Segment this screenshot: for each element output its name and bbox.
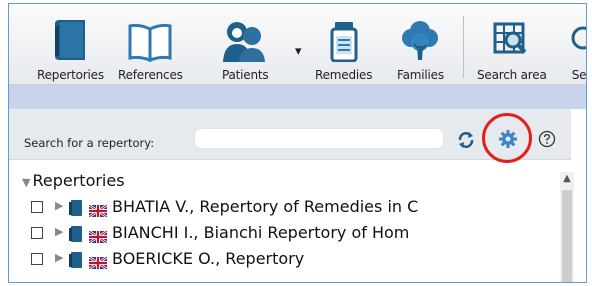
remedies-button[interactable]: Remedies [315, 14, 372, 82]
uk-flag-icon [88, 254, 108, 271]
row-checkbox[interactable] [31, 253, 43, 265]
remedy-jar-icon [329, 14, 359, 62]
references-label: References [118, 68, 183, 82]
help-icon[interactable] [538, 130, 556, 152]
patients-dropdown-icon[interactable]: ▾ [295, 44, 302, 59]
tree-header[interactable]: ▼ Repertories [22, 171, 125, 190]
remedies-label: Remedies [315, 68, 373, 82]
scroll-up-icon[interactable]: ▲ [560, 172, 574, 186]
search-label: Search for a repertory: [24, 136, 155, 150]
repertory-panel: Search for a repertory: ▼ Repertories ▶ … [9, 109, 571, 282]
repertory-book-icon [69, 252, 83, 271]
search-area-button[interactable]: Search area [477, 14, 547, 82]
vertical-scrollbar[interactable]: ▲ [560, 172, 574, 282]
repertory-title: BOERICKE O., Repertory [112, 249, 305, 268]
refresh-icon[interactable] [456, 130, 476, 154]
row-checkbox[interactable] [31, 201, 43, 213]
tree-icon [401, 14, 439, 62]
search-icon [569, 14, 586, 62]
search-area-label: Search area [477, 68, 547, 82]
families-label: Families [397, 68, 444, 82]
repertory-book-icon [69, 226, 83, 245]
patients-label: Patients [222, 68, 269, 82]
uk-flag-icon [88, 228, 108, 245]
app-window: Repertories References Patients ▾ Remedi… [8, 3, 587, 283]
repertory-book-icon [69, 200, 83, 219]
search-row: Search for a repertory: [9, 109, 571, 163]
uk-flag-icon [88, 202, 108, 219]
repertory-title: BHATIA V., Repertory of Remedies in C [112, 197, 419, 216]
expand-arrow-icon[interactable]: ▶ [55, 225, 63, 238]
references-button[interactable]: References [118, 14, 183, 82]
families-button[interactable]: Families [397, 14, 444, 82]
repertories-button[interactable]: Repertories [37, 14, 104, 82]
tree-header-label: Repertories [32, 171, 125, 190]
toolbar-separator [463, 16, 464, 78]
row-checkbox[interactable] [31, 227, 43, 239]
tree-row[interactable]: ▶ BOERICKE O., Repertory [9, 249, 559, 271]
book-icon [51, 14, 89, 62]
open-book-icon [127, 14, 173, 62]
tree-row[interactable]: ▶ BIANCHI I., Bianchi Repertory of Hom [9, 223, 559, 245]
tree-row[interactable]: ▶ BHATIA V., Repertory of Remedies in C [9, 197, 559, 219]
tab-strip [9, 85, 586, 109]
repertory-title: BIANCHI I., Bianchi Repertory of Hom [112, 223, 410, 242]
main-toolbar: Repertories References Patients ▾ Remedi… [9, 4, 586, 85]
scroll-thumb[interactable] [562, 190, 572, 282]
collapse-arrow-icon[interactable]: ▼ [22, 176, 30, 189]
highlight-circle [482, 113, 532, 163]
search-label-partial: Se [571, 68, 587, 82]
search-area-icon [492, 14, 532, 62]
expand-arrow-icon[interactable]: ▶ [55, 251, 63, 264]
expand-arrow-icon[interactable]: ▶ [55, 199, 63, 212]
patients-icon [222, 14, 268, 62]
search-button-partial[interactable]: Se [569, 14, 587, 82]
repertories-label: Repertories [37, 68, 104, 82]
patients-button[interactable]: Patients [222, 14, 269, 82]
repertory-search-input[interactable] [194, 128, 444, 149]
